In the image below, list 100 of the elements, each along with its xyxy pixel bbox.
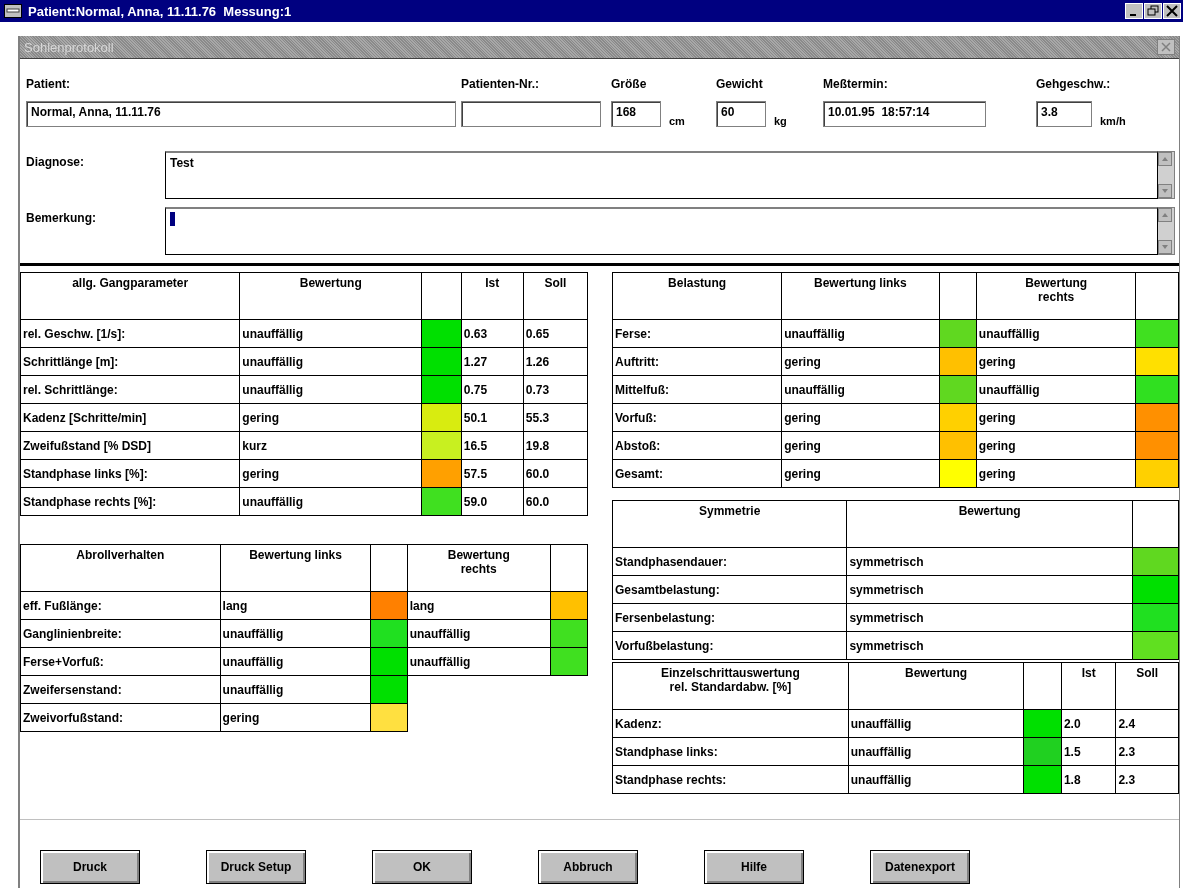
table-cell: gering xyxy=(220,703,371,732)
dialog-button[interactable]: Abbruch xyxy=(538,850,638,884)
column-header: Bewertung links xyxy=(249,548,342,562)
table-cell: gering xyxy=(781,459,940,488)
table-cell: rel. Geschw. [1/s]: xyxy=(20,319,240,348)
table-cell: symmetrisch xyxy=(846,603,1133,632)
table-cell: Kadenz: xyxy=(612,709,849,738)
table-cell: Vorfußbelastung: xyxy=(612,631,847,660)
system-menu-icon[interactable] xyxy=(4,4,22,18)
table-cell: gering xyxy=(976,403,1136,432)
table-cell: 2.3 xyxy=(1115,737,1179,766)
table-cell: unauffällig xyxy=(220,675,371,704)
input-field[interactable]: 3.8 xyxy=(1036,101,1092,127)
table-cell: unauffällig xyxy=(976,375,1136,404)
table-cell: unauffällig xyxy=(976,319,1136,348)
table-cell: 2.0 xyxy=(1061,709,1116,738)
table-cell: unauffällig xyxy=(239,487,422,516)
table-cell: 1.8 xyxy=(1061,765,1116,794)
table-cell: Mittelfuß: xyxy=(612,375,782,404)
table-cell: Vorfuß: xyxy=(612,403,782,432)
table-cell: 0.75 xyxy=(461,375,524,404)
table-cell: gering xyxy=(781,403,940,432)
column-header: Soll xyxy=(544,276,567,290)
table-cell: 57.5 xyxy=(461,459,524,488)
table-cell: 59.0 xyxy=(461,487,524,516)
table-cell: Zweifersenstand: xyxy=(20,675,221,704)
dialog-title: Sohlenprotokoll xyxy=(24,39,114,55)
column-header: Bewertung links xyxy=(814,276,907,290)
input-field[interactable]: 168 xyxy=(611,101,661,127)
table-cell: 2.4 xyxy=(1115,709,1179,738)
unit-label: km/h xyxy=(1100,115,1126,127)
table-cell: gering xyxy=(976,347,1136,376)
table-cell: Gesamtbelastung: xyxy=(612,575,847,604)
column-header: Einzelschrittauswertung rel. Standardabw. [%] xyxy=(661,666,800,694)
table-cell: Zweivorfußstand: xyxy=(20,703,221,732)
column-header: Bewertung xyxy=(905,666,968,680)
table-cell: 1.5 xyxy=(1061,737,1116,766)
table-cell: lang xyxy=(220,591,371,620)
column-header: Bewertung rechts xyxy=(1025,276,1088,304)
unit-label: kg xyxy=(774,115,787,127)
table-cell: 16.5 xyxy=(461,431,524,460)
field-label: Größe xyxy=(611,77,648,91)
text-area[interactable]: Test xyxy=(165,151,1158,199)
input-field[interactable] xyxy=(461,101,601,127)
dialog-button[interactable]: Datenexport xyxy=(870,850,970,884)
column-header: Abrollverhalten xyxy=(76,548,165,562)
input-field[interactable]: 60 xyxy=(716,101,766,127)
field-label: Patient: xyxy=(26,77,71,91)
dialog-button[interactable]: OK xyxy=(372,850,472,884)
text-area[interactable] xyxy=(165,207,1158,255)
table-cell: unauffällig xyxy=(848,709,1024,738)
table-cell: Schrittlänge [m]: xyxy=(20,347,240,376)
table-cell: gering xyxy=(976,431,1136,460)
dialog-button[interactable]: Druck xyxy=(40,850,140,884)
table-cell: 0.73 xyxy=(523,375,588,404)
table-cell: unauffällig xyxy=(220,647,371,676)
table-cell: symmetrisch xyxy=(846,631,1133,660)
table-cell: 55.3 xyxy=(523,403,588,432)
table-cell: Fersenbelastung: xyxy=(612,603,847,632)
dialog-button[interactable]: Hilfe xyxy=(704,850,804,884)
table-cell: eff. Fußlänge: xyxy=(20,591,221,620)
minimize-icon[interactable] xyxy=(1125,3,1143,19)
table-cell: unauffällig xyxy=(239,319,422,348)
table-cell: 0.63 xyxy=(461,319,524,348)
table-cell: unauffällig xyxy=(239,375,422,404)
input-field[interactable]: 10.01.95 18:57:14 xyxy=(823,101,986,127)
table-cell: Gesamt: xyxy=(612,459,782,488)
table-cell: symmetrisch xyxy=(846,575,1133,604)
table-cell: Standphase links: xyxy=(612,737,849,766)
column-header: Bewertung rechts xyxy=(447,548,510,576)
unit-label: cm xyxy=(669,115,685,127)
input-field[interactable]: Normal, Anna, 11.11.76 xyxy=(26,101,456,127)
table-cell: 1.27 xyxy=(461,347,524,376)
table-cell: rel. Schrittlänge: xyxy=(20,375,240,404)
table-cell: unauffällig xyxy=(848,765,1024,794)
table-cell: 19.8 xyxy=(523,431,588,460)
table-cell: gering xyxy=(781,431,940,460)
table-cell: Standphasendauer: xyxy=(612,547,847,576)
table-cell: 0.65 xyxy=(523,319,588,348)
table-cell: unauffällig xyxy=(407,619,551,648)
restore-icon[interactable] xyxy=(1144,3,1162,19)
field-label: Gehgeschw.: xyxy=(1036,77,1112,91)
table-cell: unauffällig xyxy=(781,319,940,348)
table-cell: gering xyxy=(239,403,422,432)
field-label: Bemerkung: xyxy=(26,210,97,227)
column-header: Bewertung xyxy=(958,504,1021,518)
table-cell: symmetrisch xyxy=(846,547,1133,576)
table-cell: Auftritt: xyxy=(612,347,782,376)
column-header: allg. Gangparameter xyxy=(72,276,189,290)
field-label: Diagnose: xyxy=(26,154,85,171)
table-cell: gering xyxy=(239,459,422,488)
table-cell: Standphase links [%]: xyxy=(20,459,240,488)
table-cell: Standphase rechts [%]: xyxy=(20,487,240,516)
dialog-button[interactable]: Druck Setup xyxy=(206,850,306,884)
column-header: Ist xyxy=(485,276,500,290)
table-cell: Zweifußstand [% DSD] xyxy=(20,431,240,460)
column-header: Ist xyxy=(1081,666,1096,680)
table-cell: 60.0 xyxy=(523,459,588,488)
table-cell: 50.1 xyxy=(461,403,524,432)
field-label: Gewicht xyxy=(716,77,764,91)
